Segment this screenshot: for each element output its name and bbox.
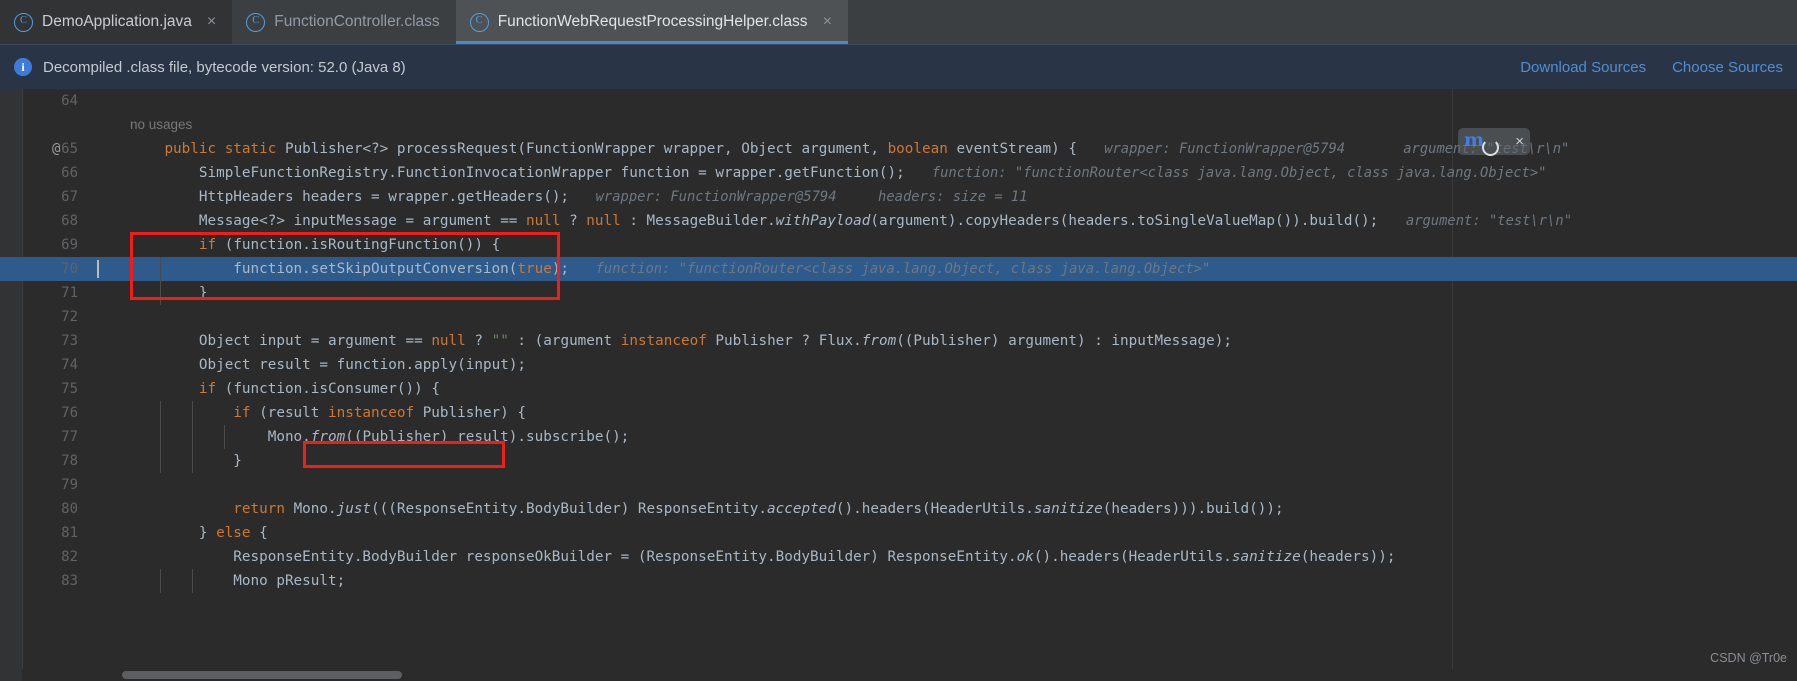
decompiled-notification-bar: i Decompiled .class file, bytecode versi… bbox=[0, 44, 1797, 89]
code-text: Mono.from((Publisher) result).subscribe(… bbox=[267, 429, 630, 445]
code-line[interactable]: 81 } else { bbox=[0, 521, 1797, 545]
tab-functioncontroller-class[interactable]: C FunctionController.class bbox=[232, 0, 456, 44]
inline-parameter-hint: function: "functionRouter<class java.lan… bbox=[595, 261, 1211, 277]
code-line[interactable]: 72 bbox=[0, 305, 1797, 329]
close-icon[interactable]: × bbox=[823, 14, 832, 30]
inline-parameter-hint: argument: "test\r\n" bbox=[1405, 213, 1573, 229]
floating-overlay-widget[interactable]: m × bbox=[1458, 128, 1530, 156]
line-number: 81 bbox=[61, 525, 78, 541]
line-number: 67 bbox=[61, 189, 78, 205]
code-text: function.setSkipOutputConversion(true); bbox=[233, 261, 570, 277]
line-number: 83 bbox=[61, 573, 78, 589]
notification-message: Decompiled .class file, bytecode version… bbox=[43, 58, 406, 76]
code-line[interactable]: 78 } bbox=[0, 449, 1797, 473]
line-number: 68 bbox=[61, 213, 78, 229]
code-text: Object result = function.apply(input); bbox=[198, 357, 527, 373]
code-line[interactable]: 80 return Mono.just(((ResponseEntity.Bod… bbox=[0, 497, 1797, 521]
usage-hint: no usages bbox=[130, 117, 193, 132]
refresh-icon[interactable] bbox=[1482, 139, 1499, 156]
line-number: 75 bbox=[61, 381, 78, 397]
code-editor[interactable]: 64 no usages 65 @ public static Publisher<?… bbox=[0, 89, 1797, 681]
close-icon[interactable]: × bbox=[207, 14, 216, 30]
code-text: ResponseEntity.BodyBuilder responseOkBui… bbox=[233, 549, 1396, 565]
line-number: 71 bbox=[61, 285, 78, 301]
watermark: CSDN @Tr0e bbox=[1710, 651, 1787, 665]
code-line[interactable]: 83 Mono pResult; bbox=[0, 569, 1797, 593]
code-text: return Mono.just(((ResponseEntity.BodyBu… bbox=[233, 501, 1284, 517]
code-line[interactable]: 82 ResponseEntity.BodyBuilder responseOk… bbox=[0, 545, 1797, 569]
close-icon[interactable]: × bbox=[1515, 134, 1524, 149]
code-line[interactable]: 66 SimpleFunctionRegistry.FunctionInvoca… bbox=[0, 161, 1797, 185]
code-text: public static Publisher<?> processReques… bbox=[164, 141, 1077, 157]
code-line[interactable]: 79 bbox=[0, 473, 1797, 497]
line-number: 70 bbox=[0, 257, 86, 281]
notification-actions: Download Sources Choose Sources bbox=[1520, 59, 1797, 76]
code-line[interactable]: 77 Mono.from((Publisher) result).subscri… bbox=[0, 425, 1797, 449]
code-line[interactable]: 70 function.setSkipOutputConversion(true… bbox=[0, 257, 1797, 281]
class-file-icon: C bbox=[246, 12, 266, 32]
code-text: SimpleFunctionRegistry.FunctionInvocatio… bbox=[198, 165, 905, 181]
info-icon: i bbox=[14, 58, 32, 76]
code-text: if (result instanceof Publisher) { bbox=[233, 405, 526, 421]
tab-label: FunctionController.class bbox=[274, 13, 440, 30]
line-number: 79 bbox=[61, 477, 78, 493]
line-number: 64 bbox=[61, 93, 78, 109]
code-line[interactable]: 75 if (function.isConsumer()) { bbox=[0, 377, 1797, 401]
code-text: if (function.isConsumer()) { bbox=[198, 381, 440, 397]
inline-parameter-hint: wrapper: FunctionWrapper@5794 headers: s… bbox=[595, 189, 1028, 205]
line-number: 77 bbox=[61, 429, 78, 445]
line-number: 66 bbox=[61, 165, 78, 181]
code-lines: 64 no usages 65 @ public static Publisher<?… bbox=[0, 89, 1797, 593]
code-line[interactable]: 73 Object input = argument == null ? "" … bbox=[0, 329, 1797, 353]
inline-parameter-hint: function: "functionRouter<class java.lan… bbox=[931, 165, 1547, 181]
line-number: 80 bbox=[61, 501, 78, 517]
code-line[interactable]: 71 } bbox=[0, 281, 1797, 305]
code-text: Mono pResult; bbox=[233, 573, 346, 589]
code-text: } bbox=[198, 285, 208, 301]
tab-demoapplication-java[interactable]: C DemoApplication.java × bbox=[0, 0, 233, 44]
choose-sources-link[interactable]: Choose Sources bbox=[1672, 59, 1783, 76]
code-text: if (function.isRoutingFunction()) { bbox=[198, 237, 501, 253]
horizontal-scrollbar[interactable] bbox=[22, 669, 1797, 681]
code-line[interactable]: 67 HttpHeaders headers = wrapper.getHead… bbox=[0, 185, 1797, 209]
class-file-icon: C bbox=[469, 12, 489, 32]
code-text: Object input = argument == null ? "" : (… bbox=[198, 333, 1232, 349]
line-number: 69 bbox=[61, 237, 78, 253]
tab-functionwebrequestprocessinghelper-class[interactable]: C FunctionWebRequestProcessingHelper.cla… bbox=[455, 0, 849, 44]
code-text: HttpHeaders headers = wrapper.getHeaders… bbox=[198, 189, 570, 205]
line-number: 82 bbox=[61, 549, 78, 565]
download-sources-link[interactable]: Download Sources bbox=[1520, 59, 1646, 76]
code-line[interactable]: 68 Message<?> inputMessage = argument ==… bbox=[0, 209, 1797, 233]
tab-label: FunctionWebRequestProcessingHelper.class bbox=[497, 13, 808, 30]
line-number: 65 bbox=[61, 141, 78, 157]
line-number: 72 bbox=[61, 309, 78, 325]
line-number: 73 bbox=[61, 333, 78, 349]
code-text: Message<?> inputMessage = argument == nu… bbox=[198, 213, 1379, 229]
line-number: 78 bbox=[61, 453, 78, 469]
line-number: 76 bbox=[61, 405, 78, 421]
code-line[interactable]: 76 if (result instanceof Publisher) { bbox=[0, 401, 1797, 425]
override-marker-icon[interactable]: @ bbox=[52, 137, 60, 161]
horizontal-scrollbar-thumb[interactable] bbox=[122, 671, 402, 679]
text-caret bbox=[97, 260, 99, 278]
editor-tab-bar: C DemoApplication.java × C FunctionContr… bbox=[0, 0, 1797, 44]
code-line[interactable]: 64 bbox=[0, 89, 1797, 113]
code-line[interactable]: 69 if (function.isRoutingFunction()) { bbox=[0, 233, 1797, 257]
ide-window: C DemoApplication.java × C FunctionContr… bbox=[0, 0, 1797, 681]
code-text: } bbox=[233, 453, 242, 469]
code-text: } else { bbox=[198, 525, 268, 541]
code-line[interactable]: 74 Object result = function.apply(input)… bbox=[0, 353, 1797, 377]
line-number: 74 bbox=[61, 357, 78, 373]
class-file-icon: C bbox=[14, 12, 33, 32]
tab-label: DemoApplication.java bbox=[42, 13, 192, 30]
